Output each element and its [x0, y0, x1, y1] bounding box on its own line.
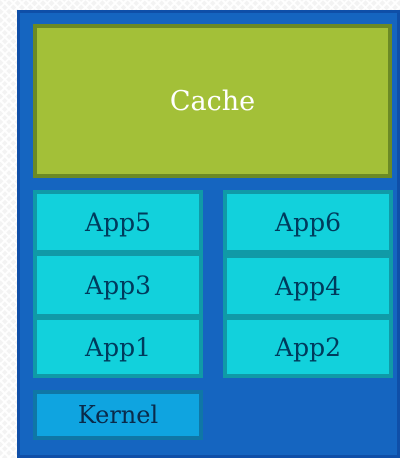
kernel-label: Kernel: [77, 401, 159, 429]
cache-label: Cache: [169, 85, 256, 117]
app3-label: App3: [85, 270, 151, 300]
app4-block: App4: [223, 254, 393, 318]
app1-block: App1: [33, 316, 203, 378]
app6-block: App6: [223, 190, 393, 254]
app3-block: App3: [33, 252, 203, 318]
app2-label: App2: [275, 332, 341, 362]
kernel-block: Kernel: [33, 390, 203, 440]
app4-label: App4: [275, 271, 341, 301]
app6-label: App6: [275, 207, 341, 237]
cache-block: Cache: [33, 24, 392, 178]
app1-label: App1: [85, 332, 151, 362]
diagram-canvas: Cache App5 App3 App1 App6 App4 App2 Kern…: [0, 0, 400, 458]
app5-block: App5: [33, 190, 203, 254]
app2-block: App2: [223, 316, 393, 378]
app5-label: App5: [85, 207, 151, 237]
